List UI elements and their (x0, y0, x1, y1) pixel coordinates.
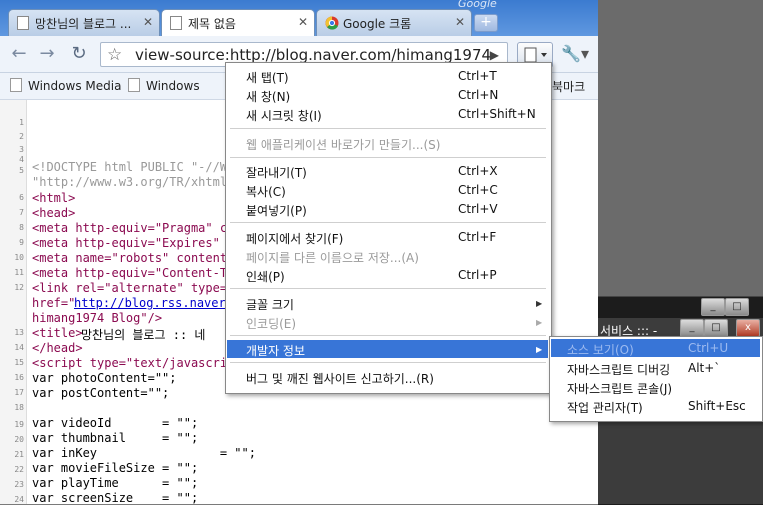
menu-shortcut: Ctrl+T (458, 69, 497, 83)
line-number: 10 (14, 253, 24, 262)
line-number: 2 (19, 132, 24, 141)
maximize-icon[interactable]: □ (725, 298, 749, 316)
menu-item-report-bug[interactable]: 버그 및 깨진 웹사이트 신고하기...(R) (246, 370, 434, 387)
line-number: 20 (14, 435, 24, 444)
line-number: 3 (19, 145, 24, 154)
line-number: 18 (14, 403, 24, 412)
submenu-item-js-debugger[interactable]: 자바스크립트 디버깅 (567, 361, 670, 378)
menu-divider (230, 362, 546, 363)
line-number: 23 (14, 480, 24, 489)
code-line: var videoId = ""; (32, 416, 199, 430)
menu-item-new-tab[interactable]: 새 탭(T) (246, 69, 289, 86)
menu-shortcut: Alt+` (688, 361, 721, 375)
developer-submenu: 소스 보기(O) Ctrl+U 자바스크립트 디버깅 Alt+` 자바스크립트 … (549, 336, 763, 422)
menu-divider (230, 335, 546, 336)
code-line: var screenSize = ""; (32, 491, 199, 505)
code-line: <script type="text/javascrip (32, 356, 235, 370)
line-number: 8 (19, 223, 24, 232)
code-line: var thumbnail = ""; (32, 431, 199, 445)
menu-shortcut: Ctrl+C (458, 183, 498, 197)
code-line: <meta http-equiv="Expires" c (32, 236, 235, 250)
submenu-arrow-icon: ▶ (536, 318, 543, 327)
menu-shortcut: Ctrl+P (458, 268, 497, 282)
menu-item-print[interactable]: 인쇄(P) (246, 268, 285, 285)
line-number: 15 (14, 358, 24, 367)
line-number: 5 (19, 166, 24, 175)
code-line: <meta name="robots" content= (32, 251, 235, 265)
menu-item-find[interactable]: 페이지에서 찾기(F) (246, 230, 343, 247)
menu-shortcut: Ctrl+F (458, 230, 497, 244)
line-number: 16 (14, 373, 24, 382)
page-menu: 새 탭(T) Ctrl+T 새 창(N) Ctrl+N 새 시크릿 창(I) C… (225, 62, 552, 394)
code-line: </head> (32, 341, 83, 355)
code-line: <meta http-equiv="Content-Ty (32, 266, 235, 280)
line-number: 21 (14, 450, 24, 459)
code-line: <!DOCTYPE html PUBLIC "-//W3 (32, 160, 235, 174)
menu-divider (230, 128, 546, 129)
menu-item-app-shortcut[interactable]: 웹 애플리케이션 바로가기 만들기...(S) (246, 136, 440, 153)
menu-item-new-window[interactable]: 새 창(N) (246, 88, 290, 105)
menu-shortcut: Ctrl+V (458, 202, 498, 216)
line-number: 6 (19, 193, 24, 202)
line-number: 7 (19, 208, 24, 217)
line-number: 13 (14, 328, 24, 337)
line-number: 17 (14, 388, 24, 397)
code-line: 망찬님의 블로그 :: 네 (81, 328, 206, 342)
code-line: <title> (32, 326, 83, 340)
line-number: 9 (19, 238, 24, 247)
code-line: <html> (32, 191, 76, 205)
menu-shortcut: Ctrl+Shift+N (458, 107, 536, 121)
menu-item-font-size[interactable]: 글꼴 크기 (246, 296, 294, 313)
menu-item-developer[interactable]: 개발자 정보 (246, 342, 305, 359)
menu-item-cut[interactable]: 잘라내기(T) (246, 164, 307, 181)
line-number: 22 (14, 465, 24, 474)
submenu-item-task-manager[interactable]: 작업 관리자(T) (567, 399, 643, 416)
code-line: <head> (32, 206, 76, 220)
code-line: "http://www.w3.org/TR/xhtml (32, 175, 228, 189)
code-line: <meta http-equiv="Pragma" co (32, 221, 235, 235)
source-link[interactable]: http://blog.rss.naver (74, 296, 226, 310)
code-line: <link rel="alternate" type=" (32, 281, 235, 295)
menu-item-encoding[interactable]: 인코딩(E) (246, 315, 296, 332)
menu-shortcut: Ctrl+U (688, 341, 729, 355)
menu-shortcut: Ctrl+X (458, 164, 498, 178)
menu-item-save-as[interactable]: 페이지를 다른 이름으로 저장...(A) (246, 249, 419, 266)
minimize-icon[interactable]: _ (701, 298, 725, 316)
code-line: himang1974 Blog"/> (32, 311, 163, 325)
menu-divider (230, 288, 546, 289)
submenu-item-js-console[interactable]: 자바스크립트 콘솔(J) (567, 380, 672, 397)
code-line: href=" (32, 296, 76, 310)
code-line: var playTime = ""; (32, 476, 199, 490)
menu-item-incognito[interactable]: 새 시크릿 창(I) (246, 107, 322, 124)
submenu-item-view-source[interactable]: 소스 보기(O) (567, 341, 634, 358)
line-number: 14 (14, 343, 24, 352)
minimize-icon[interactable]: _ (680, 319, 704, 337)
menu-item-paste[interactable]: 붙여넣기(P) (246, 202, 307, 219)
menu-shortcut: Shift+Esc (688, 399, 746, 413)
line-number: 12 (14, 283, 24, 292)
line-number: 24 (14, 495, 24, 504)
menu-item-copy[interactable]: 복사(C) (246, 183, 286, 200)
line-number: 4 (19, 155, 24, 164)
code-line: var inKey = ""; (32, 446, 256, 460)
line-number: 19 (14, 420, 24, 429)
close-icon[interactable]: x (736, 319, 760, 337)
menu-shortcut: Ctrl+N (458, 88, 499, 102)
maximize-icon[interactable]: □ (704, 319, 728, 337)
menu-divider (230, 222, 546, 223)
submenu-arrow-icon: ▶ (536, 345, 543, 354)
submenu-arrow-icon: ▶ (536, 299, 543, 308)
line-number: 1 (19, 118, 24, 127)
code-line: var movieFileSize = ""; (32, 461, 199, 475)
line-number: 11 (14, 268, 24, 277)
code-line: var postContent=""; (32, 386, 170, 400)
menu-divider (230, 157, 546, 158)
code-line: var photoContent=""; (32, 371, 177, 385)
